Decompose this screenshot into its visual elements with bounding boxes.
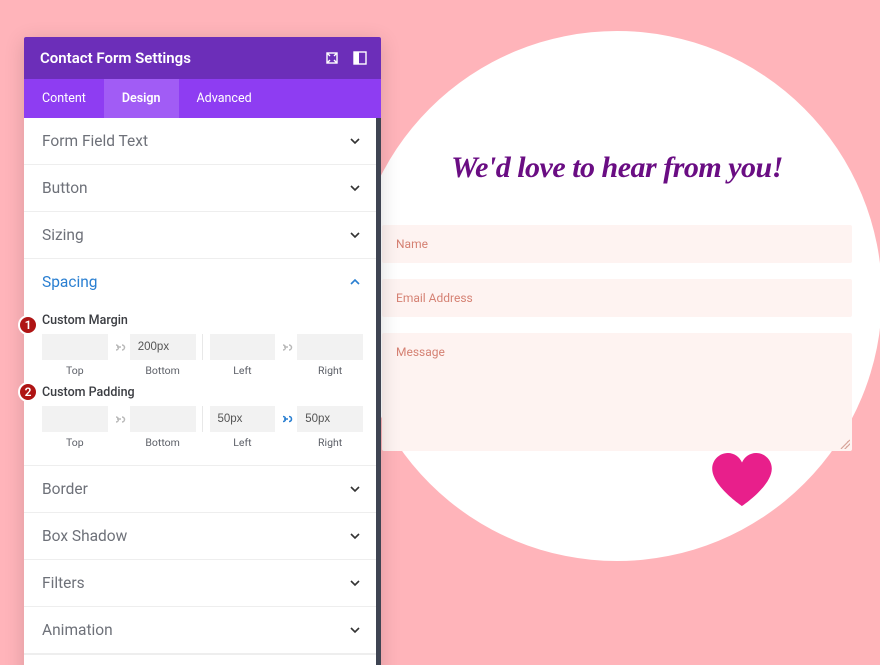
email-field[interactable]: Email Address bbox=[382, 279, 852, 317]
padding-top-input[interactable] bbox=[42, 406, 108, 432]
preview-canvas: We'd love to hear from you! Name Email A… bbox=[352, 31, 880, 561]
heart-icon bbox=[712, 453, 772, 507]
tab-advanced[interactable]: Advanced bbox=[179, 79, 270, 118]
padding-left-input[interactable] bbox=[210, 406, 276, 432]
message-placeholder: Message bbox=[396, 345, 445, 359]
chevron-down-icon bbox=[349, 624, 361, 636]
padding-bottom-input[interactable] bbox=[130, 406, 196, 432]
tab-design[interactable]: Design bbox=[104, 79, 179, 118]
side-left-label: Left bbox=[210, 436, 276, 449]
name-placeholder: Name bbox=[396, 237, 428, 251]
accordion-border: Border bbox=[24, 466, 381, 513]
accordion-label: Form Field Text bbox=[42, 132, 148, 150]
accordion-label: Button bbox=[42, 179, 88, 197]
spacing-body: Custom Margin Top Bottom Left Right Cu bbox=[24, 313, 381, 465]
chevron-down-icon bbox=[349, 182, 361, 194]
chevron-down-icon bbox=[349, 135, 361, 147]
tab-bar: Content Design Advanced bbox=[24, 79, 381, 118]
message-field[interactable]: Message bbox=[382, 333, 852, 451]
side-bottom-label: Bottom bbox=[130, 364, 196, 377]
form-heading: We'd love to hear from you! bbox=[382, 151, 852, 185]
tab-content[interactable]: Content bbox=[24, 79, 104, 118]
accordion-label: Filters bbox=[42, 574, 85, 592]
chevron-up-icon bbox=[349, 276, 361, 288]
margin-right-input[interactable] bbox=[297, 334, 363, 360]
side-bottom-label: Bottom bbox=[130, 436, 196, 449]
side-left-label: Left bbox=[210, 364, 276, 377]
name-field[interactable]: Name bbox=[382, 225, 852, 263]
sidebar-icon[interactable] bbox=[353, 51, 367, 65]
settings-panel: Contact Form Settings Content Design Adv… bbox=[24, 37, 381, 665]
side-right-label: Right bbox=[297, 436, 363, 449]
accordion-label: Spacing bbox=[42, 273, 97, 291]
chevron-down-icon bbox=[349, 229, 361, 241]
callout-1: 1 bbox=[18, 315, 38, 335]
chevron-down-icon bbox=[349, 483, 361, 495]
link-lr-icon[interactable] bbox=[275, 334, 297, 360]
accordion-label: Border bbox=[42, 480, 88, 498]
panel-scroll[interactable]: Form Field Text Button Sizing Spacing Cu… bbox=[24, 118, 381, 665]
accordion-filters: Filters bbox=[24, 560, 381, 607]
callout-2: 2 bbox=[18, 382, 38, 402]
side-right-label: Right bbox=[297, 364, 363, 377]
padding-right-input[interactable] bbox=[297, 406, 363, 432]
chevron-down-icon bbox=[349, 577, 361, 589]
link-tb-icon[interactable] bbox=[108, 406, 130, 432]
email-placeholder: Email Address bbox=[396, 291, 473, 305]
expand-icon[interactable] bbox=[325, 51, 339, 65]
padding-row bbox=[42, 406, 363, 432]
help-row[interactable]: ?Help bbox=[24, 654, 381, 665]
accordion-animation: Animation bbox=[24, 607, 381, 654]
accordion-button: Button bbox=[24, 165, 381, 212]
accordion-label: Animation bbox=[42, 621, 113, 639]
custom-padding-label: Custom Padding bbox=[42, 385, 363, 400]
side-top-label: Top bbox=[42, 436, 108, 449]
accordion-spacing: Spacing Custom Margin Top Bottom L bbox=[24, 259, 381, 466]
margin-row bbox=[42, 334, 363, 360]
accordion-label: Box Shadow bbox=[42, 527, 127, 545]
accordion-sizing: Sizing bbox=[24, 212, 381, 259]
accordion-form-field-text: Form Field Text bbox=[24, 118, 381, 165]
side-top-label: Top bbox=[42, 364, 108, 377]
panel-header: Contact Form Settings bbox=[24, 37, 381, 79]
margin-top-input[interactable] bbox=[42, 334, 108, 360]
link-lr-icon[interactable] bbox=[275, 406, 297, 432]
margin-bottom-input[interactable] bbox=[130, 334, 196, 360]
panel-title: Contact Form Settings bbox=[40, 49, 191, 67]
custom-margin-label: Custom Margin bbox=[42, 313, 363, 328]
link-tb-icon[interactable] bbox=[108, 334, 130, 360]
accordion-box-shadow: Box Shadow bbox=[24, 513, 381, 560]
accordion-label: Sizing bbox=[42, 226, 84, 244]
chevron-down-icon bbox=[349, 530, 361, 542]
margin-left-input[interactable] bbox=[210, 334, 276, 360]
